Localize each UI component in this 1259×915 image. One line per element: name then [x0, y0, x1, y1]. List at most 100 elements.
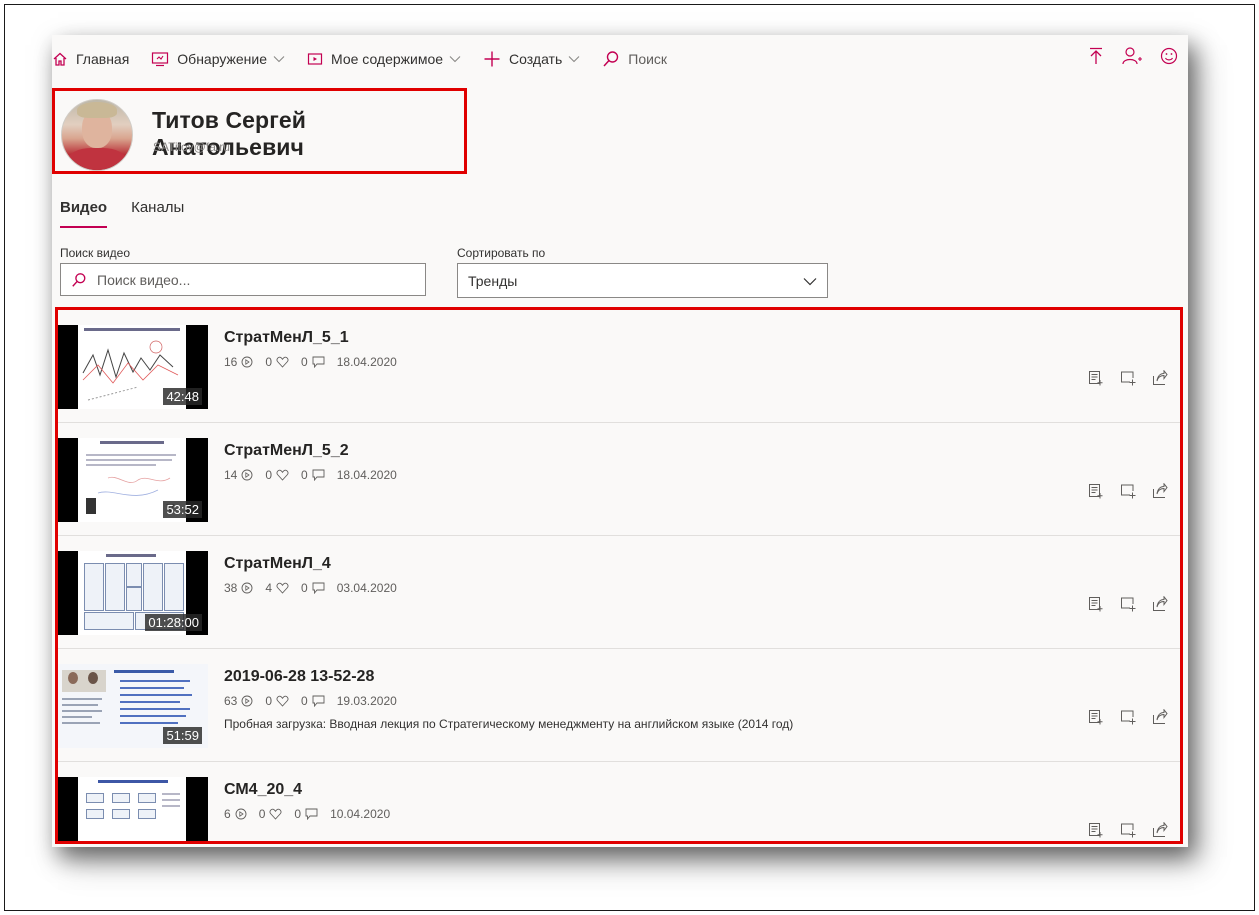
views-count: 38 — [224, 581, 238, 595]
search-video-input[interactable] — [95, 270, 399, 289]
share-icon[interactable] — [1152, 595, 1168, 617]
likes-count: 0 — [265, 468, 273, 482]
video-title[interactable]: СМ4_20_4 — [224, 781, 302, 799]
video-duration: 01:28:00 — [145, 614, 202, 631]
video-thumbnail[interactable]: 01:28:00 — [58, 551, 208, 635]
add-to-playlist-icon[interactable] — [1088, 370, 1104, 391]
video-title[interactable]: 2019-06-28 13-52-28 — [224, 668, 374, 686]
views-count: 16 — [224, 355, 238, 369]
video-actions — [1088, 482, 1168, 504]
video-thumbnail[interactable] — [58, 777, 208, 841]
likes-count: 0 — [258, 807, 266, 821]
add-to-channel-icon[interactable] — [1120, 596, 1136, 617]
video-thumbnail[interactable]: 51:59 — [58, 664, 208, 748]
topbar-right-icons — [1088, 47, 1178, 68]
add-to-channel-icon[interactable] — [1120, 370, 1136, 391]
video-actions — [1088, 821, 1168, 841]
nav-discover[interactable]: Обнаружение — [151, 51, 285, 67]
comments-count: 0 — [301, 468, 308, 482]
comment-icon — [305, 808, 318, 820]
plus-icon — [483, 50, 501, 68]
home-icon — [52, 51, 68, 67]
video-row[interactable]: 01:28:00 СтратМенЛ_4 38 4 0 03.04.2020 — [58, 536, 1180, 649]
sort-label: Сортировать по — [457, 246, 546, 260]
nav-create[interactable]: Создать — [483, 50, 580, 68]
comment-icon — [312, 582, 325, 594]
nav-search[interactable]: Поиск — [602, 50, 667, 68]
video-title[interactable]: СтратМенЛ_4 — [224, 555, 331, 573]
video-title[interactable]: СтратМенЛ_5_1 — [224, 329, 349, 347]
sort-select[interactable]: Тренды — [457, 263, 828, 298]
likes-count: 0 — [265, 355, 273, 369]
play-icon — [241, 582, 253, 594]
upload-date: 18.04.2020 — [336, 355, 397, 369]
add-to-channel-icon[interactable] — [1120, 483, 1136, 504]
video-title[interactable]: СтратМенЛ_5_2 — [224, 442, 349, 460]
search-icon — [602, 50, 620, 68]
add-to-channel-icon[interactable] — [1120, 709, 1136, 730]
top-nav: Главная Обнаружение Мое содержимое Созда… — [52, 35, 1188, 83]
share-icon[interactable] — [1152, 482, 1168, 504]
add-to-playlist-icon[interactable] — [1088, 596, 1104, 617]
app-window: Главная Обнаружение Мое содержимое Созда… — [52, 35, 1188, 847]
share-icon[interactable] — [1152, 708, 1168, 730]
profile-email: SATitov@fa.ru — [153, 140, 230, 154]
video-stats: 6 0 0 10.04.2020 — [224, 807, 390, 821]
sort-value: Тренды — [468, 272, 518, 289]
video-row[interactable]: V 53:52 СтратМенЛ_5_2 14 0 0 18.04.2020 — [58, 423, 1180, 536]
video-duration: 42:48 — [163, 388, 202, 405]
chevron-down-icon — [803, 273, 817, 289]
tab-video[interactable]: Видео — [60, 199, 108, 228]
search-icon — [71, 272, 87, 288]
heart-icon — [269, 808, 282, 820]
video-row[interactable]: СМ4_20_4 6 0 0 10.04.2020 — [58, 762, 1180, 841]
video-thumbnail[interactable]: V 53:52 — [58, 438, 208, 522]
share-icon[interactable] — [1152, 821, 1168, 841]
tab-channels[interactable]: Каналы — [131, 199, 184, 228]
chevron-down-icon — [568, 55, 580, 63]
nav-search-label: Поиск — [628, 51, 668, 67]
video-stats: 63 0 0 19.03.2020 — [224, 694, 397, 708]
comment-icon — [312, 356, 325, 368]
upload-icon[interactable] — [1088, 47, 1104, 68]
add-to-playlist-icon[interactable] — [1088, 483, 1104, 504]
profile-header: Титов Сергей Анатольевич SATitov@fa.ru — [52, 88, 467, 174]
video-list: 42:48 СтратМенЛ_5_1 16 0 0 18.04.2020 53… — [55, 307, 1183, 844]
search-video-label: Поиск видео — [60, 246, 131, 260]
play-icon — [241, 469, 253, 481]
nav-discover-label: Обнаружение — [177, 51, 267, 67]
smiley-icon[interactable] — [1160, 47, 1178, 68]
video-duration: 51:59 — [163, 727, 202, 744]
upload-date: 19.03.2020 — [336, 694, 397, 708]
nav-home[interactable]: Главная — [52, 51, 129, 67]
comment-icon — [312, 695, 325, 707]
comments-count: 0 — [294, 807, 302, 821]
heart-icon — [276, 582, 289, 594]
chevron-down-icon — [449, 55, 461, 63]
nav-home-label: Главная — [76, 51, 130, 67]
nav-mycontent[interactable]: Мое содержимое — [307, 51, 461, 67]
profile-icon[interactable] — [1122, 47, 1142, 68]
video-thumbnail[interactable]: 42:48 — [58, 325, 208, 409]
nav-create-label: Создать — [509, 51, 563, 67]
views-count: 6 — [224, 807, 231, 821]
video-description: Пробная загрузка: Вводная лекция по Стра… — [224, 717, 794, 731]
video-stats: 14 0 0 18.04.2020 — [224, 468, 397, 482]
heart-icon — [276, 695, 289, 707]
play-icon — [241, 356, 253, 368]
comments-count: 0 — [301, 694, 308, 708]
upload-date: 03.04.2020 — [336, 581, 397, 595]
video-actions — [1088, 595, 1168, 617]
discover-icon — [151, 51, 169, 67]
add-to-channel-icon[interactable] — [1120, 822, 1136, 841]
views-count: 63 — [224, 694, 238, 708]
add-to-playlist-icon[interactable] — [1088, 709, 1104, 730]
share-icon[interactable] — [1152, 369, 1168, 391]
video-row[interactable]: 42:48 СтратМенЛ_5_1 16 0 0 18.04.2020 — [58, 310, 1180, 423]
video-row[interactable]: 51:59 2019-06-28 13-52-28 63 0 0 19.03.2… — [58, 649, 1180, 762]
tabs: Видео Каналы — [60, 199, 184, 228]
views-count: 14 — [224, 468, 238, 482]
likes-count: 4 — [265, 581, 273, 595]
add-to-playlist-icon[interactable] — [1088, 822, 1104, 841]
play-icon — [235, 808, 247, 820]
